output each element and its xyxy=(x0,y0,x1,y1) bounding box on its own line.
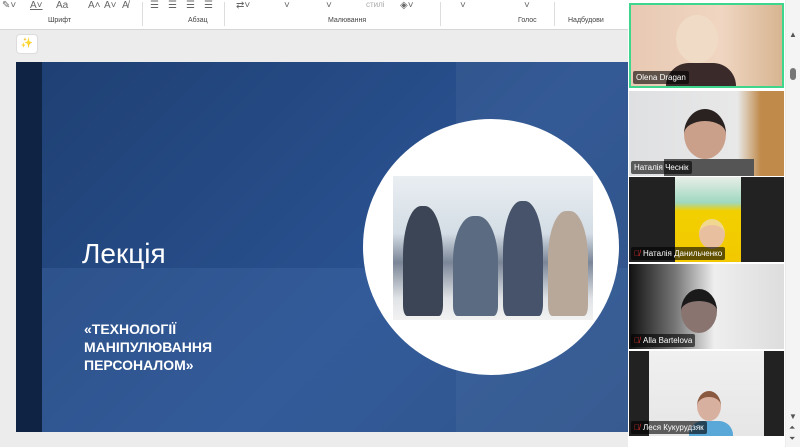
group-label-drawing: Малювання xyxy=(328,17,367,24)
group-label-font: Шрифт xyxy=(48,17,72,24)
presentation-slide: Лекція «ТЕХНОЛОГІЇ МАНІПУЛЮВАННЯ ПЕРСОНА… xyxy=(16,62,628,432)
participant-name: Наталія Чеснік xyxy=(631,161,692,174)
participant-name-text: Леся Кукурудзяк xyxy=(643,423,704,432)
divider xyxy=(142,2,143,26)
clear-format-icon[interactable]: A̸ xyxy=(122,0,129,11)
group-label-voice: Голос xyxy=(518,17,537,24)
slide-subtitle: «ТЕХНОЛОГІЇ МАНІПУЛЮВАННЯ ПЕРСОНАЛОМ» xyxy=(84,321,213,373)
divider xyxy=(440,2,441,26)
designer-magic-icon[interactable]: ✨ xyxy=(16,34,38,54)
participant-tile[interactable]: Olena Dragan xyxy=(629,3,784,88)
dropdown-chevron-icon[interactable]: ˅ xyxy=(326,0,332,11)
participant-tile[interactable]: 🎙̸ Alla Bartelova xyxy=(629,264,784,349)
scroll-up-icon[interactable]: ▲ xyxy=(789,30,797,39)
change-case-button[interactable]: Aa xyxy=(56,0,68,11)
participant-name: 🎙̸ Леся Кукурудзяк xyxy=(631,421,707,434)
divider xyxy=(224,2,225,26)
muted-mic-icon: 🎙̸ xyxy=(634,423,640,432)
ribbon-toolbar: ✎˅ A˅ Aa A˄ A˅ A̸ ☰ ☰ ☰ ☰ ⇄˅ ˅ ˅ стилі ◈… xyxy=(0,0,628,30)
scroll-down-icon[interactable]: ▼ xyxy=(789,412,797,421)
scrollbar-thumb[interactable] xyxy=(790,68,796,80)
participant-name: 🎙̸ Наталія Данильченко xyxy=(631,247,726,260)
participant-tile[interactable]: Наталія Чеснік xyxy=(629,91,784,176)
divider xyxy=(554,2,555,26)
dropdown-chevron-icon[interactable]: ˅ xyxy=(524,0,530,11)
participant-name: Olena Dragan xyxy=(633,71,689,84)
font-color-icon[interactable]: A˅ xyxy=(30,0,43,11)
dropdown-chevron-icon[interactable]: ˅ xyxy=(460,0,466,11)
align-center-icon[interactable]: ☰ xyxy=(168,0,177,11)
eraser-icon[interactable]: ◈˅ xyxy=(400,0,414,11)
muted-mic-icon: 🎙̸ xyxy=(634,249,640,258)
text-direction-icon[interactable]: ⇄˅ xyxy=(236,0,250,11)
page-down-icon[interactable]: ⏷ xyxy=(789,434,795,444)
page-up-icon[interactable]: ⏶ xyxy=(789,423,795,433)
participant-tile[interactable]: 🎙̸ Леся Кукурудзяк xyxy=(629,351,784,436)
muted-mic-icon: 🎙̸ xyxy=(634,336,640,345)
participants-scrollbar[interactable]: ▲ ▼ ⏶ ⏷ xyxy=(786,0,800,447)
participant-tile[interactable]: 🎙̸ Наталія Данильченко xyxy=(629,177,784,262)
dropdown-chevron-icon[interactable]: ˅ xyxy=(284,0,290,11)
styles-button[interactable]: стилі xyxy=(366,0,385,9)
align-right-icon[interactable]: ☰ xyxy=(186,0,195,11)
grow-font-icon[interactable]: A˄ xyxy=(88,0,101,11)
participants-panel: Olena Dragan Наталія Чеснік 🎙̸ Наталія Да… xyxy=(628,0,785,447)
participant-name-text: Alla Bartelova xyxy=(643,336,693,345)
business-meeting-photo xyxy=(393,176,593,320)
participant-name-text: Наталія Данильченко xyxy=(643,249,723,258)
participant-name: 🎙̸ Alla Bartelova xyxy=(631,334,696,347)
group-label-addins: Надбудови xyxy=(568,17,604,24)
group-label-paragraph: Абзац xyxy=(188,17,208,24)
align-left-icon[interactable]: ☰ xyxy=(150,0,159,11)
justify-icon[interactable]: ☰ xyxy=(204,0,213,11)
highlight-icon[interactable]: ✎˅ xyxy=(2,0,16,11)
slide-stripe xyxy=(16,62,42,432)
slide-title: Лекція xyxy=(82,238,166,269)
shrink-font-icon[interactable]: A˅ xyxy=(104,0,117,11)
